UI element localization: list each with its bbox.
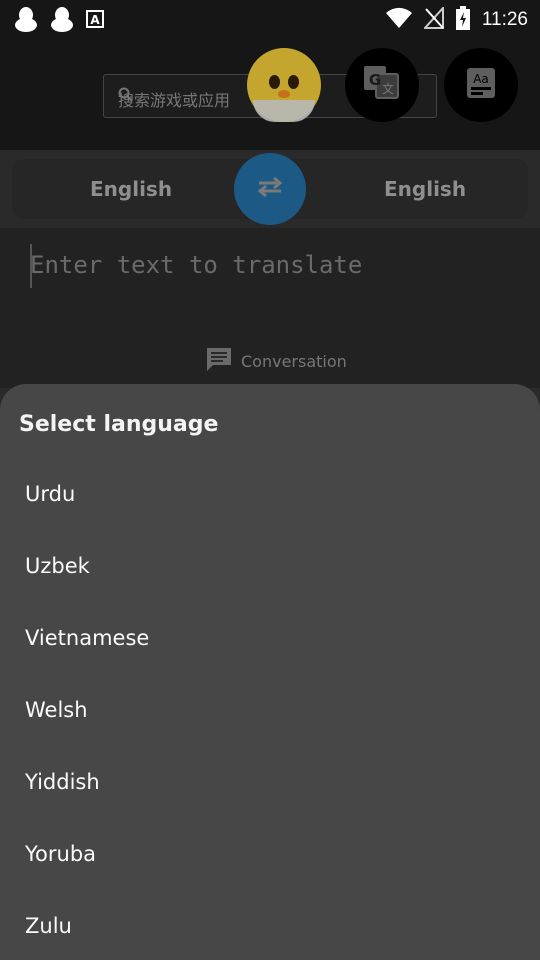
- language-option-urdu[interactable]: Urdu: [0, 458, 540, 530]
- svg-text:G: G: [369, 71, 381, 89]
- battery-charging-icon: [455, 6, 470, 34]
- dictionary-icon: Aa: [464, 65, 498, 105]
- language-option-yoruba[interactable]: Yoruba: [0, 818, 540, 890]
- wifi-icon: [385, 7, 412, 33]
- chick-eye: [288, 75, 299, 89]
- swap-arrows-icon: [255, 175, 285, 203]
- qq-icon: [14, 6, 38, 36]
- svg-text:A: A: [90, 13, 100, 27]
- dictionary-button[interactable]: Aa: [444, 48, 518, 122]
- source-language[interactable]: English: [90, 177, 172, 201]
- status-bar: A 11:26: [0, 0, 540, 36]
- language-bottom-sheet: Select language Urdu Uzbek Vietnamese We…: [0, 384, 540, 960]
- google-translate-icon: G 文: [362, 64, 402, 106]
- target-language[interactable]: English: [384, 177, 466, 201]
- mascot-chick-icon[interactable]: [247, 48, 321, 122]
- language-option-welsh[interactable]: Welsh: [0, 674, 540, 746]
- google-translate-button[interactable]: G 文: [345, 48, 419, 122]
- chick-beak: [278, 90, 290, 98]
- chat-bubble-icon: [205, 346, 233, 376]
- language-option-vietnamese[interactable]: Vietnamese: [0, 602, 540, 674]
- chick-eye: [269, 75, 280, 89]
- input-placeholder: Enter text to translate: [30, 251, 363, 279]
- language-list: Urdu Uzbek Vietnamese Welsh Yiddish Yoru…: [0, 458, 540, 960]
- language-option-yiddish[interactable]: Yiddish: [0, 746, 540, 818]
- language-option-uzbek[interactable]: Uzbek: [0, 530, 540, 602]
- qq-icon: [50, 6, 74, 36]
- svg-text:文: 文: [382, 81, 394, 96]
- no-signal-icon: [422, 5, 444, 33]
- conversation-button[interactable]: Conversation: [205, 346, 347, 376]
- conversation-label: Conversation: [241, 351, 347, 371]
- svg-text:Aa: Aa: [473, 72, 489, 86]
- app-screen: A 11:26 搜索游戏或应用 G 文 Aa English English E…: [0, 0, 540, 960]
- sheet-title: Select language: [19, 412, 219, 437]
- status-time: 11:26: [481, 9, 528, 30]
- swap-languages-button[interactable]: [234, 153, 306, 225]
- a-box-icon: A: [86, 10, 104, 32]
- language-option-zulu[interactable]: Zulu: [0, 890, 540, 960]
